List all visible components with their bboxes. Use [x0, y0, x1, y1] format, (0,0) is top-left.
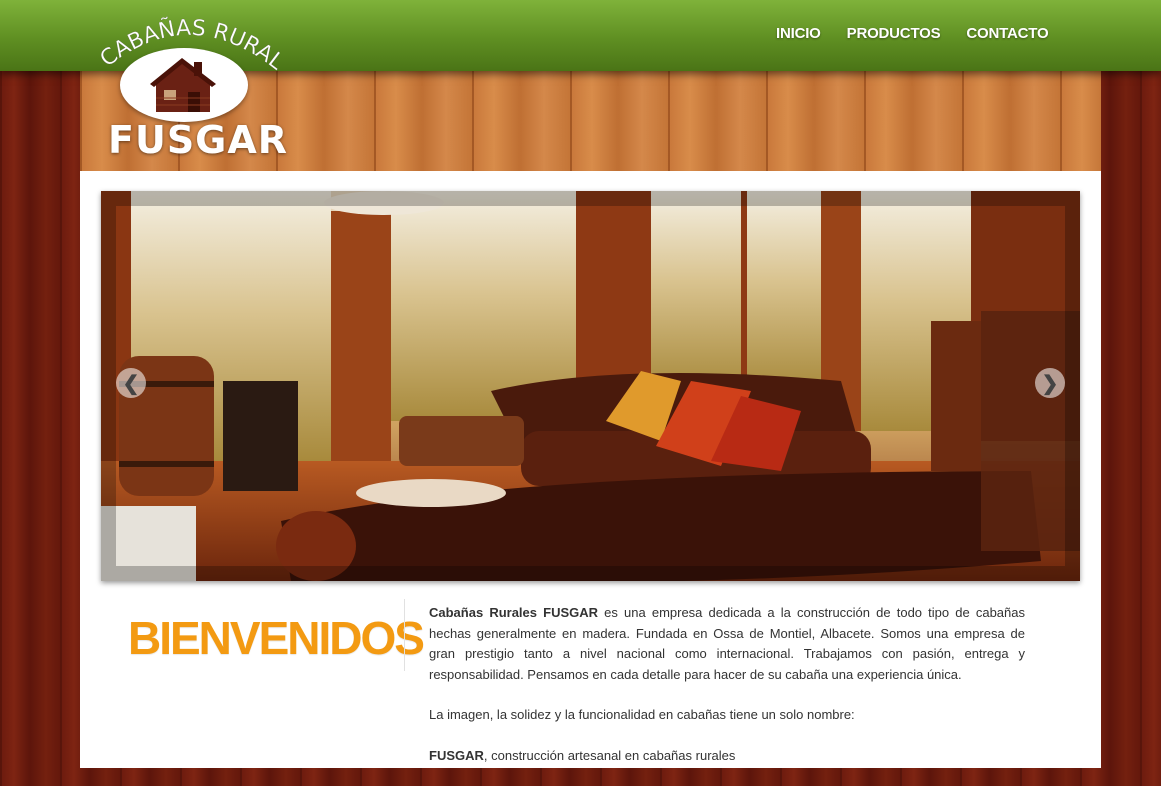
nav-contacto[interactable]: CONTACTO: [966, 25, 1048, 42]
logo-brand-name: FUSGAR: [108, 118, 289, 162]
slide-image-living-room: [101, 191, 1080, 581]
logo-oval: [120, 48, 248, 122]
welcome-heading: BIENVENIDOS: [128, 612, 425, 664]
main-content: ❮ ❯ BIENVENIDOS Cabañas Rurales FUSGAR e…: [80, 171, 1101, 768]
site-logo[interactable]: CABAÑAS RURALES FUSGAR: [96, 8, 289, 168]
nav-inicio[interactable]: INICIO: [776, 25, 821, 42]
nav-productos[interactable]: PRODUCTOS: [847, 25, 941, 42]
house-icon: [150, 58, 216, 112]
welcome-p2-text: La imagen, la solidez y la funcionalidad…: [429, 707, 855, 722]
welcome-paragraph-2: La imagen, la solidez y la funcionalidad…: [429, 705, 1025, 726]
image-slider: ❮ ❯: [101, 191, 1080, 581]
main-nav: INICIO PRODUCTOS CONTACTO: [776, 25, 1074, 42]
slider-prev-arrow-icon[interactable]: ❮: [116, 368, 146, 398]
welcome-p3-bold: FUSGAR: [429, 747, 484, 763]
slider-next-arrow-icon[interactable]: ❯: [1035, 368, 1065, 398]
welcome-text: Cabañas Rurales FUSGAR es una empresa de…: [429, 603, 1025, 786]
welcome-p3-text: , construcción artesanal en cabañas rura…: [483, 747, 736, 763]
welcome-paragraph-3: FUSGAR, construcción artesanal en cabaña…: [429, 746, 1025, 767]
welcome-p1-bold: Cabañas Rurales FUSGAR: [429, 605, 599, 620]
welcome-divider: [404, 599, 405, 671]
welcome-paragraph-1: Cabañas Rurales FUSGAR es una empresa de…: [429, 603, 1025, 685]
